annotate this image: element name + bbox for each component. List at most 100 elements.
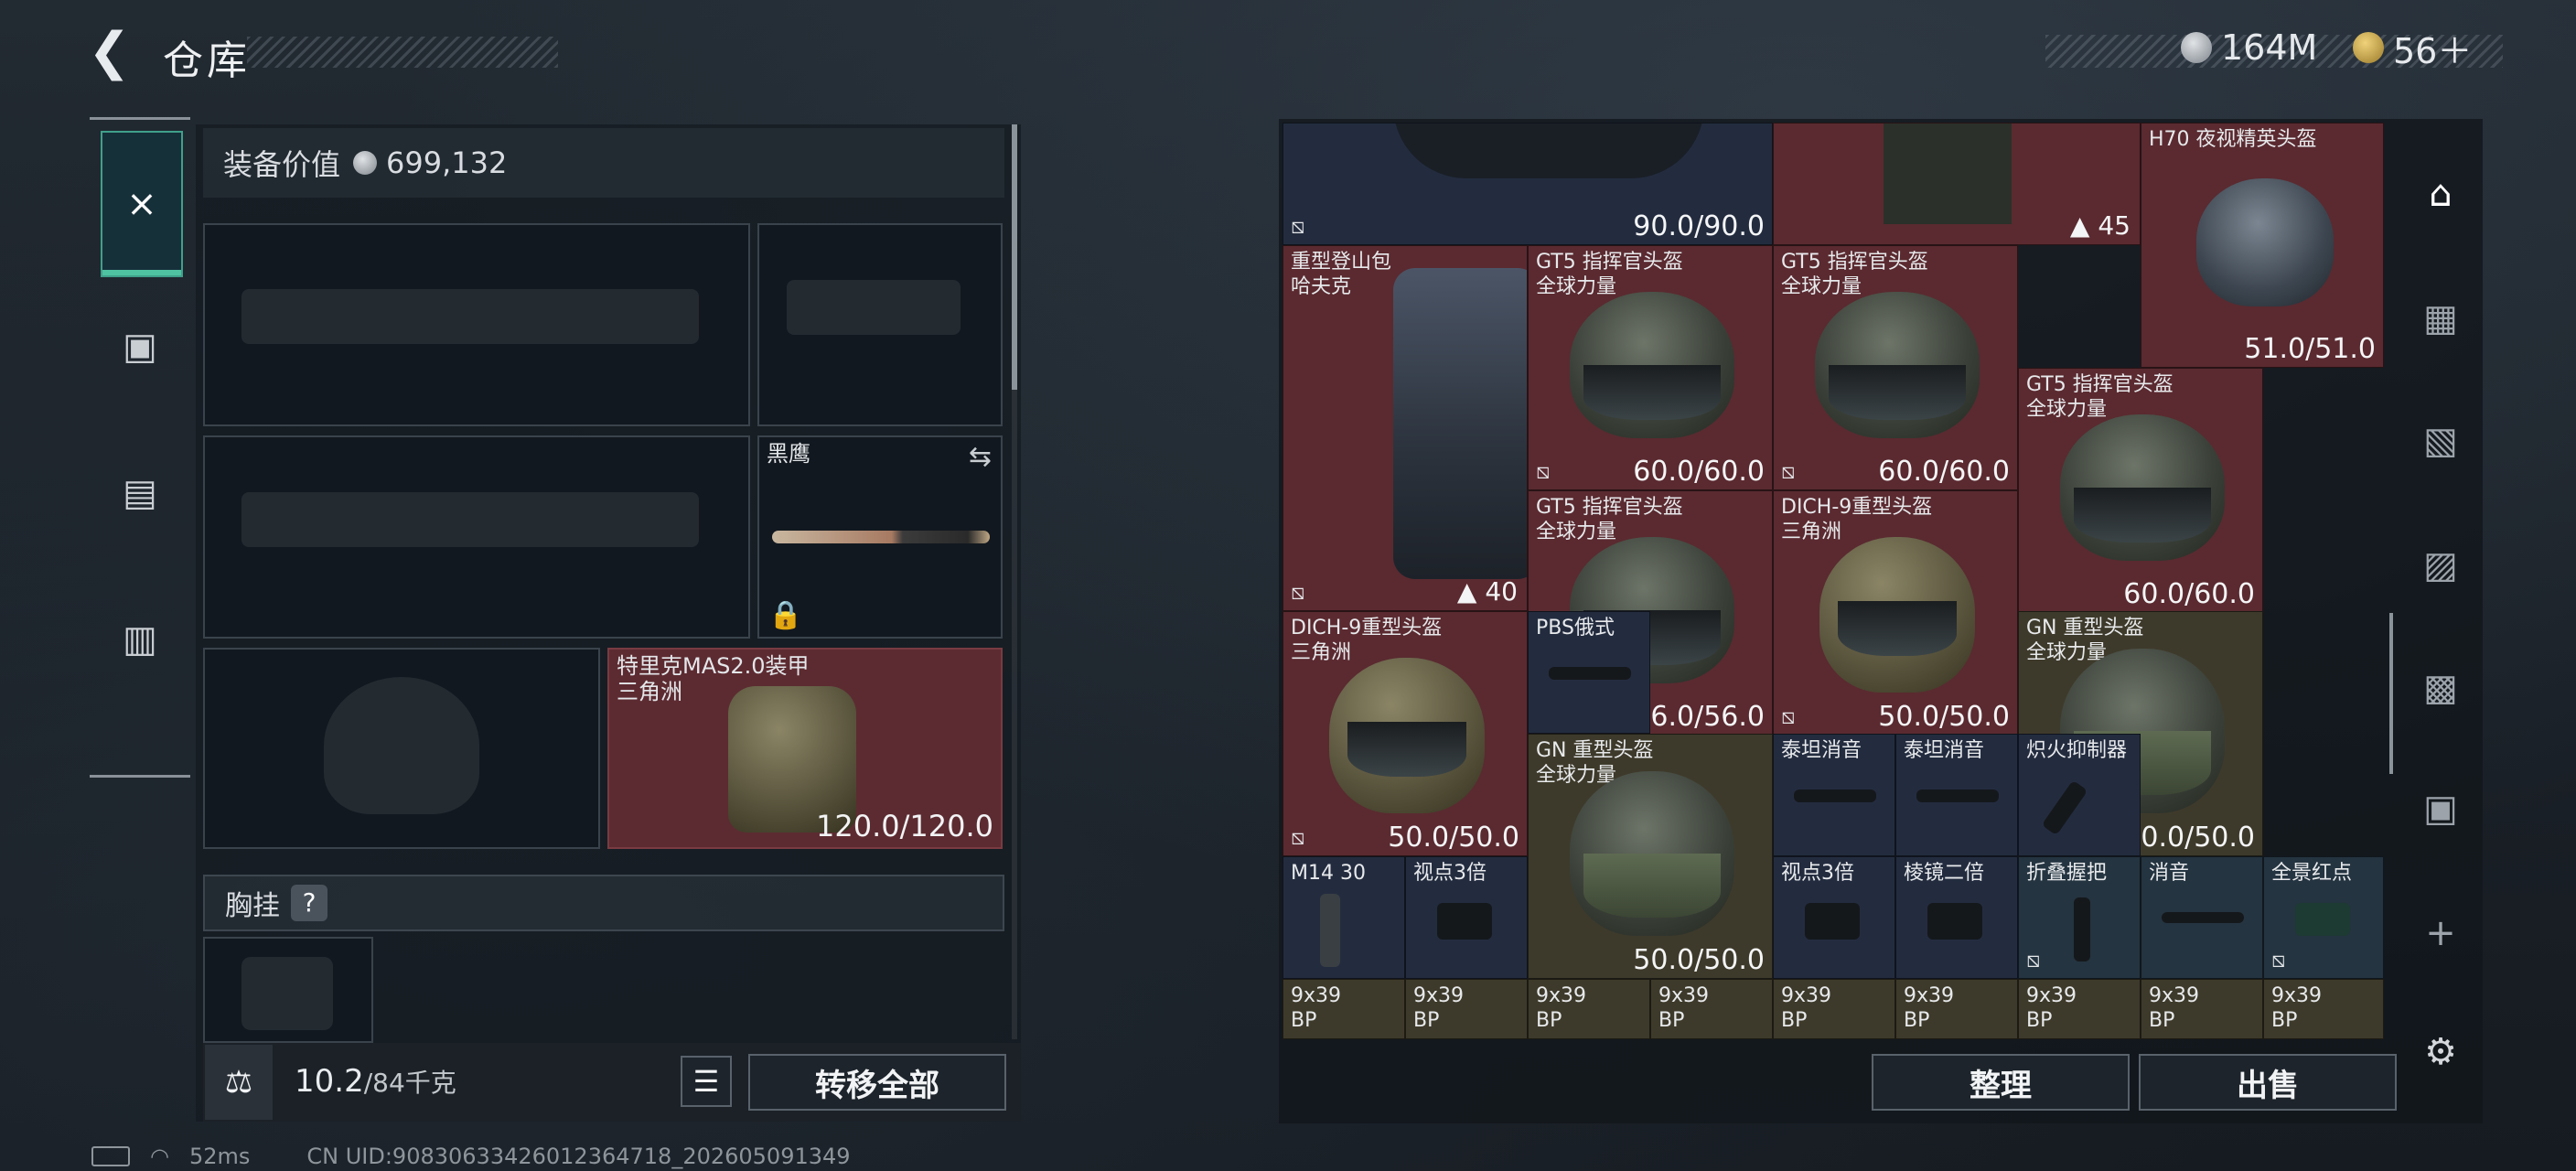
stash-item-ammo-9x39[interactable]: 9x39 BP: [1405, 979, 1528, 1039]
transfer-all-button[interactable]: 转移全部: [748, 1054, 1006, 1111]
stash-page-3[interactable]: ▧: [2404, 404, 2477, 478]
item-durability: 56.0/56.0: [1633, 701, 1765, 733]
stash-item-h70-helmet[interactable]: H70 夜视精英头盔 51.0/51.0: [2141, 123, 2384, 368]
helmet-slot[interactable]: [203, 648, 600, 849]
rifle-silhouette-icon: [242, 492, 699, 547]
item-title: GT5 指挥官头盔: [1536, 251, 1683, 274]
stash-item-gn-helmet-2[interactable]: GN 重型头盔 全球力量 50.0/50.0: [1528, 734, 1773, 979]
item-title: GT5 指挥官头盔: [2026, 373, 2174, 396]
stash-item-titan-suppressor-1[interactable]: 泰坦消音: [1773, 734, 1895, 856]
item-durability: 50.0/50.0: [1878, 701, 2010, 733]
stash-item-flash-hider[interactable]: 炽火抑制器: [2018, 734, 2141, 856]
stash-item-ammo-9x39[interactable]: 9x39 BP: [2141, 979, 2263, 1039]
toolbox-icon: ▥: [123, 618, 157, 661]
secondary-weapon-slot[interactable]: [203, 435, 750, 639]
coin-icon: [353, 151, 378, 175]
magazine-icon: [1320, 894, 1340, 967]
stash-item-dich9-helmet-1[interactable]: DICH-9重型头盔 三角洲 ⧅ 50.0/50.0: [1773, 490, 2018, 736]
carry-weight-value: 10.2: [295, 1063, 364, 1100]
stash-item-helmet-top[interactable]: ⧅ 90.0/90.0: [1283, 123, 1773, 245]
stash-item-ammo-9x39[interactable]: 9x39 BP: [1528, 979, 1650, 1039]
item-name: PBS俄式: [1536, 617, 1615, 639]
stash-item-gt5-helmet-1[interactable]: GT5 指挥官头盔 全球力量 ⧅ 60.0/60.0: [1528, 245, 1773, 490]
stash-item-m14-mag[interactable]: M14 30: [1283, 856, 1405, 979]
lock-icon: 🔒: [768, 599, 803, 631]
stash-item-dich9-helmet-2[interactable]: DICH-9重型头盔 三角洲 ⧅ 50.0/50.0: [1283, 611, 1528, 856]
pistol-icon: ⨯: [126, 183, 157, 225]
chest-rig-slot[interactable]: [203, 937, 373, 1043]
add-stash-page-button[interactable]: +: [2404, 897, 2477, 970]
stash-page-5[interactable]: ▩: [2404, 651, 2477, 725]
sell-button[interactable]: 出售: [2139, 1054, 2397, 1111]
tab-chest-rig[interactable]: ▤: [101, 422, 179, 564]
stash-tab-icon: ▦: [2423, 297, 2458, 339]
stash-item-scope-3x-2[interactable]: 视点3倍: [1773, 856, 1895, 979]
stash-scroll-thumb[interactable]: [2389, 613, 2393, 774]
armor-slot[interactable]: 特里克MAS2.0装甲 三角洲 120.0/120.0: [607, 648, 1003, 849]
item-durability: 60.0/60.0: [2123, 578, 2255, 610]
stash-item-ammo-9x39[interactable]: 9x39 BP: [2263, 979, 2384, 1039]
stash-page-6[interactable]: ▣: [2404, 772, 2477, 845]
coin-icon: [2181, 32, 2212, 63]
stash-item-panoramic-red-dot[interactable]: 全景红点 ⧅: [2263, 856, 2384, 979]
stash-item-ammo-9x39[interactable]: 9x39 BP: [2018, 979, 2141, 1039]
currency-ticket-value: 56＋: [2393, 30, 2473, 71]
visor-icon: [1829, 365, 1966, 420]
item-name: 视点3倍: [1781, 862, 1854, 885]
settings-button[interactable]: ⚙: [2404, 1015, 2477, 1089]
stash-item-ammo-9x39[interactable]: 9x39 BP: [1650, 979, 1773, 1039]
stash-item-titan-suppressor-2[interactable]: 泰坦消音: [1895, 734, 2018, 856]
pistol-silhouette-icon: [787, 280, 961, 335]
swap-icon[interactable]: ⇆: [969, 441, 992, 473]
stash-item-gt5-helmet-3[interactable]: GT5 指挥官头盔 全球力量 60.0/60.0: [2018, 368, 2263, 613]
item-name: H70 夜视精英头盔: [2149, 128, 2317, 151]
ammo-type: BP: [1658, 1009, 1685, 1032]
tab-weapons[interactable]: ⨯: [101, 131, 183, 277]
stash-page-main[interactable]: ⌂: [2404, 157, 2477, 231]
suppressor-icon: [1916, 790, 1999, 802]
stash-item-backpack-top[interactable]: ▲ 45: [1773, 123, 2141, 245]
stash-tab-icon: ▨: [2423, 544, 2458, 586]
stash-item-prism-2x[interactable]: 棱镜二倍: [1895, 856, 2018, 979]
tab-case[interactable]: ▥: [101, 568, 179, 711]
melee-slot[interactable]: 黑鹰 ⇆ 🔒: [757, 435, 1003, 639]
item-count: ▲ 45: [2069, 210, 2131, 241]
plus-icon: +: [2425, 912, 2456, 954]
sort-button[interactable]: 整理: [1872, 1054, 2130, 1111]
list-view-button[interactable]: ☰: [681, 1056, 732, 1107]
armor-durability: 120.0/120.0: [816, 809, 993, 843]
page-title: 仓库: [163, 38, 251, 84]
no-insure-icon: ⧅: [2271, 947, 2286, 972]
ammo-caliber: 9x39: [1781, 984, 1832, 1007]
ammo-label: 9x39 BP: [1781, 983, 1831, 1033]
back-button[interactable]: ❮: [88, 26, 137, 79]
ammo-type: BP: [1291, 1009, 1317, 1032]
stash-page-4[interactable]: ▨: [2404, 529, 2477, 602]
stash-item-ammo-9x39[interactable]: 9x39 BP: [1895, 979, 2018, 1039]
primary-weapon-slot[interactable]: [203, 223, 750, 426]
stash-item-scope-3x-1[interactable]: 视点3倍: [1405, 856, 1528, 979]
ammo-label: 9x39 BP: [1291, 983, 1341, 1033]
backpack-icon: [1884, 124, 2012, 224]
stash-item-pbs[interactable]: PBS俄式: [1528, 611, 1650, 734]
loadout-scroll-thumb[interactable]: [1012, 124, 1017, 390]
stash-item-silencer[interactable]: 消音: [2141, 856, 2263, 979]
stash-main-icon: ⌂: [2429, 173, 2453, 215]
item-title: GN 重型头盔: [1536, 739, 1654, 762]
equipment-value: 699,132: [386, 145, 508, 180]
stash-item-heavy-backpack[interactable]: 重型登山包 哈夫克 ⧅ ▲ 40: [1283, 245, 1528, 611]
currency-ticket[interactable]: 56＋: [2353, 26, 2473, 71]
pistol-slot[interactable]: [757, 223, 1003, 426]
help-icon[interactable]: ?: [291, 885, 327, 921]
item-name: M14 30: [1291, 862, 1366, 885]
stash-item-ammo-9x39[interactable]: 9x39 BP: [1773, 979, 1895, 1039]
tab-backpack[interactable]: ▣: [101, 275, 179, 418]
stash-item-gt5-helmet-2[interactable]: GT5 指挥官头盔 全球力量 ⧅ 60.0/60.0: [1773, 245, 2018, 490]
stash-item-ammo-9x39[interactable]: 9x39 BP: [1283, 979, 1405, 1039]
stash-tab-icon: ▣: [2423, 788, 2458, 830]
stash-item-folding-grip[interactable]: 折叠握把 ⧅: [2018, 856, 2141, 979]
item-name: 炽火抑制器: [2026, 739, 2128, 762]
stash-page-2[interactable]: ▦: [2404, 282, 2477, 355]
no-insure-icon: ⧅: [1781, 458, 1796, 484]
ammo-caliber: 9x39: [1658, 984, 1710, 1007]
